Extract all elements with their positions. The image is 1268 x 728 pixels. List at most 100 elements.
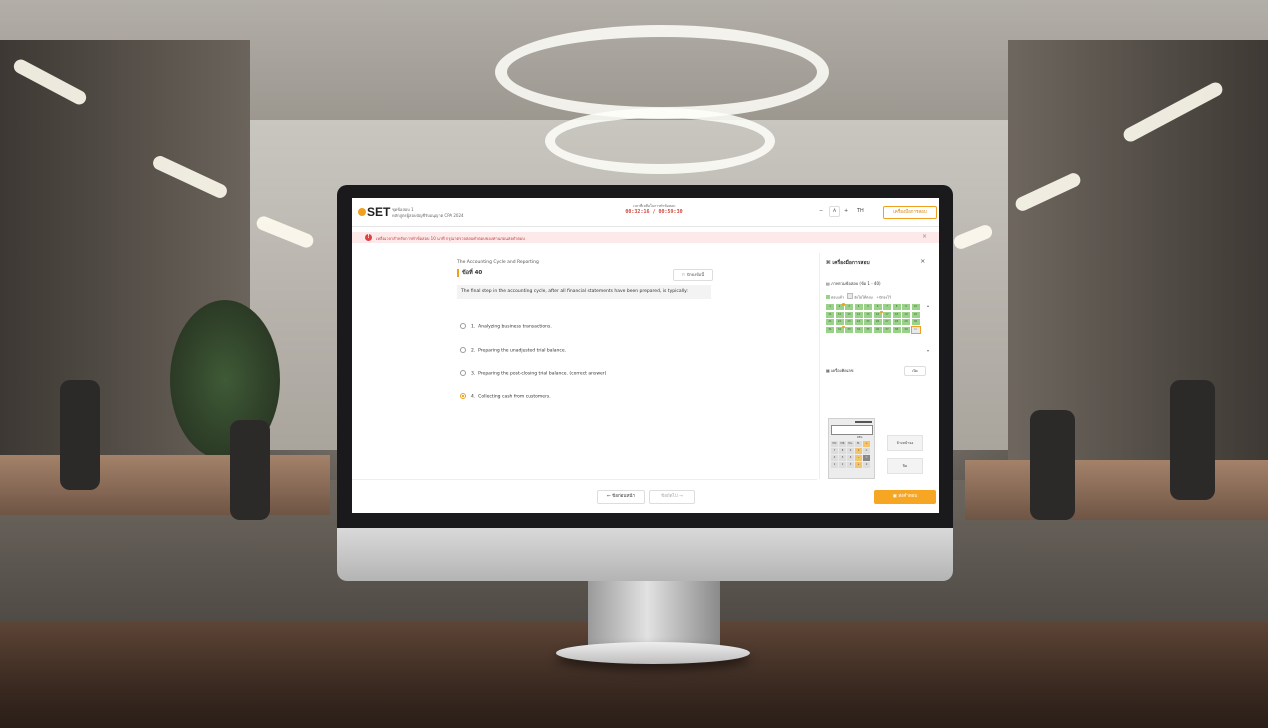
alert-close-icon[interactable]: × [922,233,927,240]
prev-question-button[interactable]: ← ข้อก่อนหน้า [597,490,645,504]
option-text: Collecting cash from customers. [478,394,551,400]
exam-screen: SET ชุดข้อสอบ 1 หลักสูตรผู้สอบบัญชีรับอน… [352,198,939,513]
radio-button[interactable] [460,370,466,376]
question-nav-cell[interactable]: 2 [835,303,845,310]
open-calculator-button[interactable]: เปิด [904,366,926,376]
exam-tools-panel: ⌘ เครื่องมือการสอบ × ▤ ภาพรวมข้อสอบ (ข้อ… [819,253,936,479]
question-nav-cell[interactable]: 18 [892,311,901,318]
radio-button[interactable] [460,323,466,329]
question-nav-cell[interactable]: 23 [845,319,853,325]
calculator-key[interactable]: 7 [831,448,838,454]
question-nav-cell[interactable]: 13 [845,311,853,318]
tools-icon: ⌘ [826,260,831,266]
question-nav-cell[interactable]: 14 [854,311,863,318]
question-nav-cell[interactable]: 34 [854,326,863,333]
calculator-key[interactable]: ÷ [863,441,870,447]
close-calculator-button[interactable]: ปิด [887,458,923,474]
question-nav-cell[interactable]: 12 [835,311,844,318]
clear-display-button[interactable]: ล้างหน้าจอ [887,435,923,451]
question-nav-cell[interactable]: 26 [873,319,882,325]
calculator-key[interactable]: 8 [839,448,846,454]
question-nav-cell[interactable]: 4 [854,304,863,310]
question-nav-cell[interactable]: 11 [826,311,834,318]
panel-close-icon[interactable]: × [920,257,925,265]
calculator-key[interactable]: 3 [847,462,854,468]
question-nav-cell[interactable]: 36 [873,326,882,333]
calculator-key[interactable]: × [855,448,862,454]
question-nav-cell[interactable]: 37 [883,326,891,333]
zoom-level: A [829,206,840,217]
option-text: Preparing the post-closing trial balance… [478,371,607,377]
question-nav-cell[interactable]: 33 [845,326,853,333]
scroll-up-icon[interactable]: ▴ [927,303,929,308]
question-nav-cell[interactable]: 32 [835,325,845,333]
answer-option-1[interactable]: 1. Analyzing business transactions. [460,323,552,330]
exam-tools-button[interactable]: เครื่องมือการสอบ [883,206,937,219]
next-question-button[interactable]: ข้อถัดไป → [649,490,695,504]
calculator-key[interactable]: M- [855,441,862,447]
calculator-key[interactable]: 2 [839,462,846,468]
question-nav-cell[interactable]: 24 [854,319,863,325]
calculator-title-text: เครื่องคิดเลข [831,368,854,373]
calculator-key[interactable]: C [863,448,870,454]
grid-icon: ▤ [826,281,830,286]
calculator-key[interactable]: 1 [831,462,838,468]
calculator-key[interactable]: 5 [839,455,846,461]
question-nav-cell[interactable]: 40 [910,325,921,334]
question-nav-cell[interactable]: 7 [883,304,891,310]
calculator-key[interactable]: 6 [847,455,854,461]
question-nav-cell[interactable]: 27 [883,319,891,325]
question-nav-cell[interactable]: 21 [826,319,834,325]
legend-flagged: ปักธงไว้ [879,295,891,300]
question-nav-cell[interactable]: 25 [864,319,872,325]
panel-title: ⌘ เครื่องมือการสอบ [826,259,870,267]
scroll-down-icon[interactable]: ▾ [927,348,929,353]
question-nav-cell[interactable]: 29 [902,319,910,325]
answer-option-4[interactable]: 4. Collecting cash from customers. [460,393,551,400]
answer-option-3[interactable]: 3. Preparing the post-closing trial bala… [460,370,606,377]
question-nav-cell[interactable]: 22 [835,319,844,325]
radio-button[interactable] [460,347,466,353]
question-nav-cell[interactable]: 8 [892,304,901,310]
timer-value: 00:32:16 / 00:59:30 [625,209,683,215]
zoom-in-button[interactable]: + [844,208,848,214]
calculator-key[interactable]: − [855,455,862,461]
question-nav-cell[interactable]: 30 [911,319,920,325]
calculator-key[interactable]: + [855,462,862,468]
language-select[interactable]: TH [857,208,864,214]
flag-question-label: ปักธงข้อนี้ [686,272,705,277]
question-nav-cell[interactable]: 28 [892,319,901,325]
question-nav-cell[interactable]: 16 [873,310,883,318]
calculator-key[interactable]: MC [831,441,838,447]
calculator-key[interactable]: MR [839,441,846,447]
question-nav-cell[interactable]: 19 [902,311,910,318]
ceiling-ring-light-small [545,108,775,174]
question-nav-cell[interactable]: 17 [883,311,891,318]
question-nav-cell[interactable]: 38 [892,326,901,333]
calculator-key[interactable]: 4 [831,455,838,461]
question-nav-cell[interactable]: 3 [845,304,853,310]
radio-button-selected[interactable] [460,393,466,399]
question-nav-cell[interactable]: 5 [864,304,872,310]
submit-exam-button[interactable]: ▣ ส่งคำตอบ [874,490,936,504]
ceiling-ring-light [495,25,829,119]
question-nav-cell[interactable]: 31 [826,326,834,333]
calculator-key[interactable]: M+ [847,441,854,447]
question-nav-cell[interactable]: 15 [864,311,872,318]
question-nav-cell[interactable]: 9 [902,304,910,310]
background-chair [230,420,270,520]
question-nav-cell[interactable]: 10 [911,304,920,310]
calculator-key[interactable]: = [863,455,870,461]
zoom-out-button[interactable]: − [819,208,823,214]
answer-option-2[interactable]: 2. Preparing the unadjusted trial balanc… [460,347,566,354]
calculator-key[interactable]: 9 [847,448,854,454]
question-nav-cell[interactable]: 39 [902,326,910,333]
flag-question-button[interactable]: ⚐ ปักธงข้อนี้ [673,269,713,281]
legend-answered: ตอบแล้ว [831,295,844,300]
question-nav-cell[interactable]: 20 [911,311,920,318]
question-nav-cell[interactable]: 1 [826,304,834,310]
background-chair [1030,410,1075,520]
question-nav-cell[interactable]: 6 [873,304,882,310]
question-nav-cell[interactable]: 35 [864,326,872,333]
calculator-key[interactable]: 0 [863,462,870,468]
